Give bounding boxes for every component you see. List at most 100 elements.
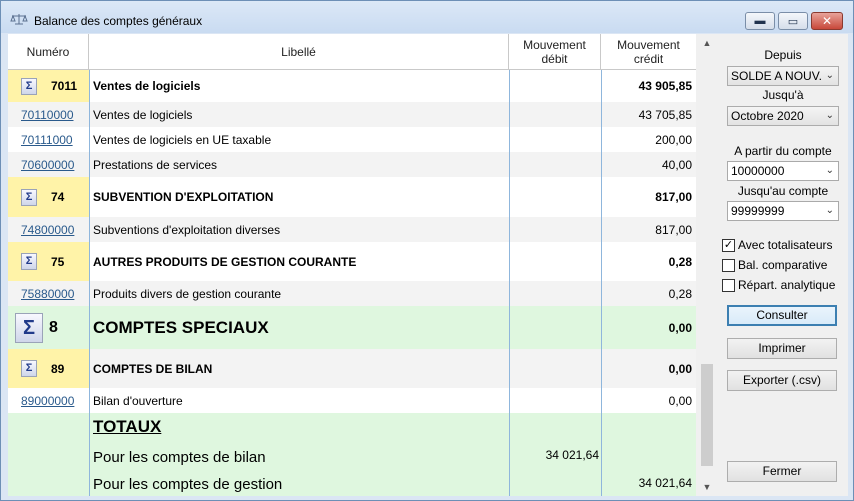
row-number-cell: Σ 74 — [8, 177, 89, 217]
row-credit: 817,00 — [655, 222, 692, 237]
chevron-down-icon: ⌄ — [825, 70, 834, 81]
row-credit: 200,00 — [655, 132, 692, 147]
sigma-icon: Σ — [21, 77, 37, 95]
checkbox-box[interactable]: ✓ — [722, 238, 735, 252]
chevron-down-icon: ⌄ — [825, 165, 834, 176]
depuis-select[interactable]: SOLDE A NOUV. ⌄ — [727, 66, 839, 86]
print-button[interactable]: Imprimer — [727, 338, 837, 359]
sigma-icon: Σ — [21, 253, 37, 270]
row-debit — [509, 281, 601, 306]
table-row[interactable]: Σ 74 SUBVENTION D'EXPLOITATION 817,00 — [8, 177, 696, 217]
row-debit — [509, 177, 601, 217]
row-debit — [509, 242, 601, 281]
to-account-value: 99999999 — [731, 204, 785, 218]
checkbox-avec-totalisateurs[interactable]: ✓ Avec totalisateurs — [722, 238, 833, 252]
close-icon: ✕ — [821, 14, 833, 28]
column-header-libelle[interactable]: Libellé — [89, 34, 509, 70]
table-row[interactable]: Σ 7011 Ventes de logiciels 43 905,85 — [8, 70, 696, 102]
table-row[interactable]: 70600000 Prestations de services 40,00 — [8, 152, 696, 177]
account-link[interactable]: 70110000 — [21, 108, 74, 122]
row-label: COMPTES SPECIAUX — [93, 317, 269, 337]
totals-bilan-debit: 34 021,64 — [545, 448, 599, 462]
account-link[interactable]: 75880000 — [21, 287, 74, 301]
row-credit: 0,00 — [668, 393, 692, 408]
scrollbar-thumb[interactable] — [701, 364, 713, 466]
depuis-value: SOLDE A NOUV. — [731, 69, 822, 83]
jusqua-select[interactable]: Octobre 2020 ⌄ — [727, 106, 839, 126]
totals-section: TOTAUX Pour les comptes de bilan 34 021,… — [8, 413, 696, 496]
row-label: Ventes de logiciels — [93, 107, 193, 122]
row-number-cell: Σ 7011 — [8, 70, 89, 102]
row-number-cell: 70111000 — [8, 127, 89, 152]
row-credit: 40,00 — [661, 157, 692, 172]
column-header-credit[interactable]: Mouvement crédit — [601, 34, 696, 70]
column-divider — [509, 70, 510, 496]
chevron-down-icon: ⌄ — [825, 205, 834, 216]
vertical-scrollbar[interactable]: ▲ ▼ — [698, 34, 716, 496]
table-row[interactable]: 70111000 Ventes de logiciels en UE taxab… — [8, 127, 696, 152]
row-label: COMPTES DE BILAN — [93, 361, 213, 376]
row-credit: 0,28 — [668, 254, 692, 269]
account-link[interactable]: 74800000 — [21, 223, 74, 237]
to-account-combo[interactable]: 99999999 ⌄ — [727, 201, 839, 221]
table-row[interactable]: 75880000 Produits divers de gestion cour… — [8, 281, 696, 306]
row-debit — [509, 217, 601, 242]
close-window-button[interactable]: ✕ — [811, 12, 843, 30]
to-account-label: Jusqu'au compte — [737, 184, 829, 198]
row-credit: 0,00 — [668, 320, 692, 335]
column-header-debit-label: Mouvement débit — [523, 37, 586, 66]
row-number-cell: 74800000 — [8, 217, 89, 242]
checkbox-bal-comparative[interactable]: Bal. comparative — [722, 258, 827, 272]
checkbox-label: Répart. analytique — [738, 278, 836, 292]
row-debit — [509, 127, 601, 152]
row-label: Prestations de services — [93, 157, 218, 172]
table-row[interactable]: 74800000 Subventions d'exploitation dive… — [8, 217, 696, 242]
window-title: Balance des comptes généraux — [34, 14, 203, 28]
row-credit: 0,00 — [668, 361, 692, 376]
close-button[interactable]: Fermer — [727, 461, 837, 482]
account-link[interactable]: 89000000 — [21, 394, 74, 408]
scroll-up-icon[interactable]: ▲ — [698, 34, 716, 52]
from-account-label: A partir du compte — [734, 144, 832, 158]
column-header-libelle-label: Libellé — [281, 44, 316, 59]
export-csv-button[interactable]: Exporter (.csv) — [727, 370, 837, 391]
row-label: Ventes de logiciels en UE taxable — [93, 132, 272, 147]
depuis-label: Depuis — [764, 48, 802, 62]
row-credit: 43 705,85 — [638, 107, 692, 122]
sigma-icon: Σ — [21, 360, 37, 377]
row-number-cell: 70110000 — [8, 102, 89, 127]
account-link[interactable]: 70111000 — [21, 133, 73, 147]
totals-bilan-label: Pour les comptes de bilan — [93, 449, 266, 466]
table-row[interactable]: Σ 89 COMPTES DE BILAN 0,00 — [8, 349, 696, 388]
column-header-debit[interactable]: Mouvement débit — [509, 34, 601, 70]
accounts-grid: Numéro Libellé Mouvement débit Mouvement… — [8, 34, 696, 496]
maximize-icon: ▭ — [787, 15, 799, 28]
row-number-cell: Σ 89 — [8, 349, 89, 388]
row-number: 75 — [51, 254, 65, 269]
window-client-area: Numéro Libellé Mouvement débit Mouvement… — [8, 34, 848, 496]
row-label: Subventions d'exploitation diverses — [93, 222, 281, 237]
options-panel: Depuis SOLDE A NOUV. ⌄ Jusqu'à Octobre 2… — [720, 34, 846, 496]
maximize-button[interactable]: ▭ — [778, 12, 808, 30]
table-row[interactable]: Σ 75 AUTRES PRODUITS DE GESTION COURANTE … — [8, 242, 696, 281]
table-row[interactable]: Σ8 COMPTES SPECIAUX 0,00 — [8, 306, 696, 349]
checkbox-box[interactable] — [722, 278, 735, 292]
checkbox-box[interactable] — [722, 258, 735, 272]
row-credit: 0,28 — [668, 286, 692, 301]
account-link[interactable]: 70600000 — [21, 158, 74, 172]
totals-gestion-label: Pour les comptes de gestion — [93, 476, 283, 493]
jusqua-value: Octobre 2020 — [731, 109, 804, 123]
row-credit: 43 905,85 — [638, 79, 692, 93]
minimize-button[interactable]: ▬ — [745, 12, 775, 30]
column-header-numero[interactable]: Numéro — [8, 34, 89, 70]
sigma-icon: Σ — [15, 312, 43, 343]
from-account-combo[interactable]: 10000000 ⌄ — [727, 161, 839, 181]
table-row[interactable]: 70110000 Ventes de logiciels 43 705,85 — [8, 102, 696, 127]
row-label: Ventes de logiciels — [93, 79, 201, 93]
column-divider — [601, 70, 602, 496]
consult-button[interactable]: Consulter — [727, 305, 837, 326]
table-row[interactable]: 89000000 Bilan d'ouverture 0,00 — [8, 388, 696, 413]
scroll-down-icon[interactable]: ▼ — [698, 478, 716, 496]
title-bar[interactable]: Balance des comptes généraux ▬ ▭ ✕ — [1, 1, 853, 33]
checkbox-repart-analytique[interactable]: Répart. analytique — [722, 278, 835, 292]
